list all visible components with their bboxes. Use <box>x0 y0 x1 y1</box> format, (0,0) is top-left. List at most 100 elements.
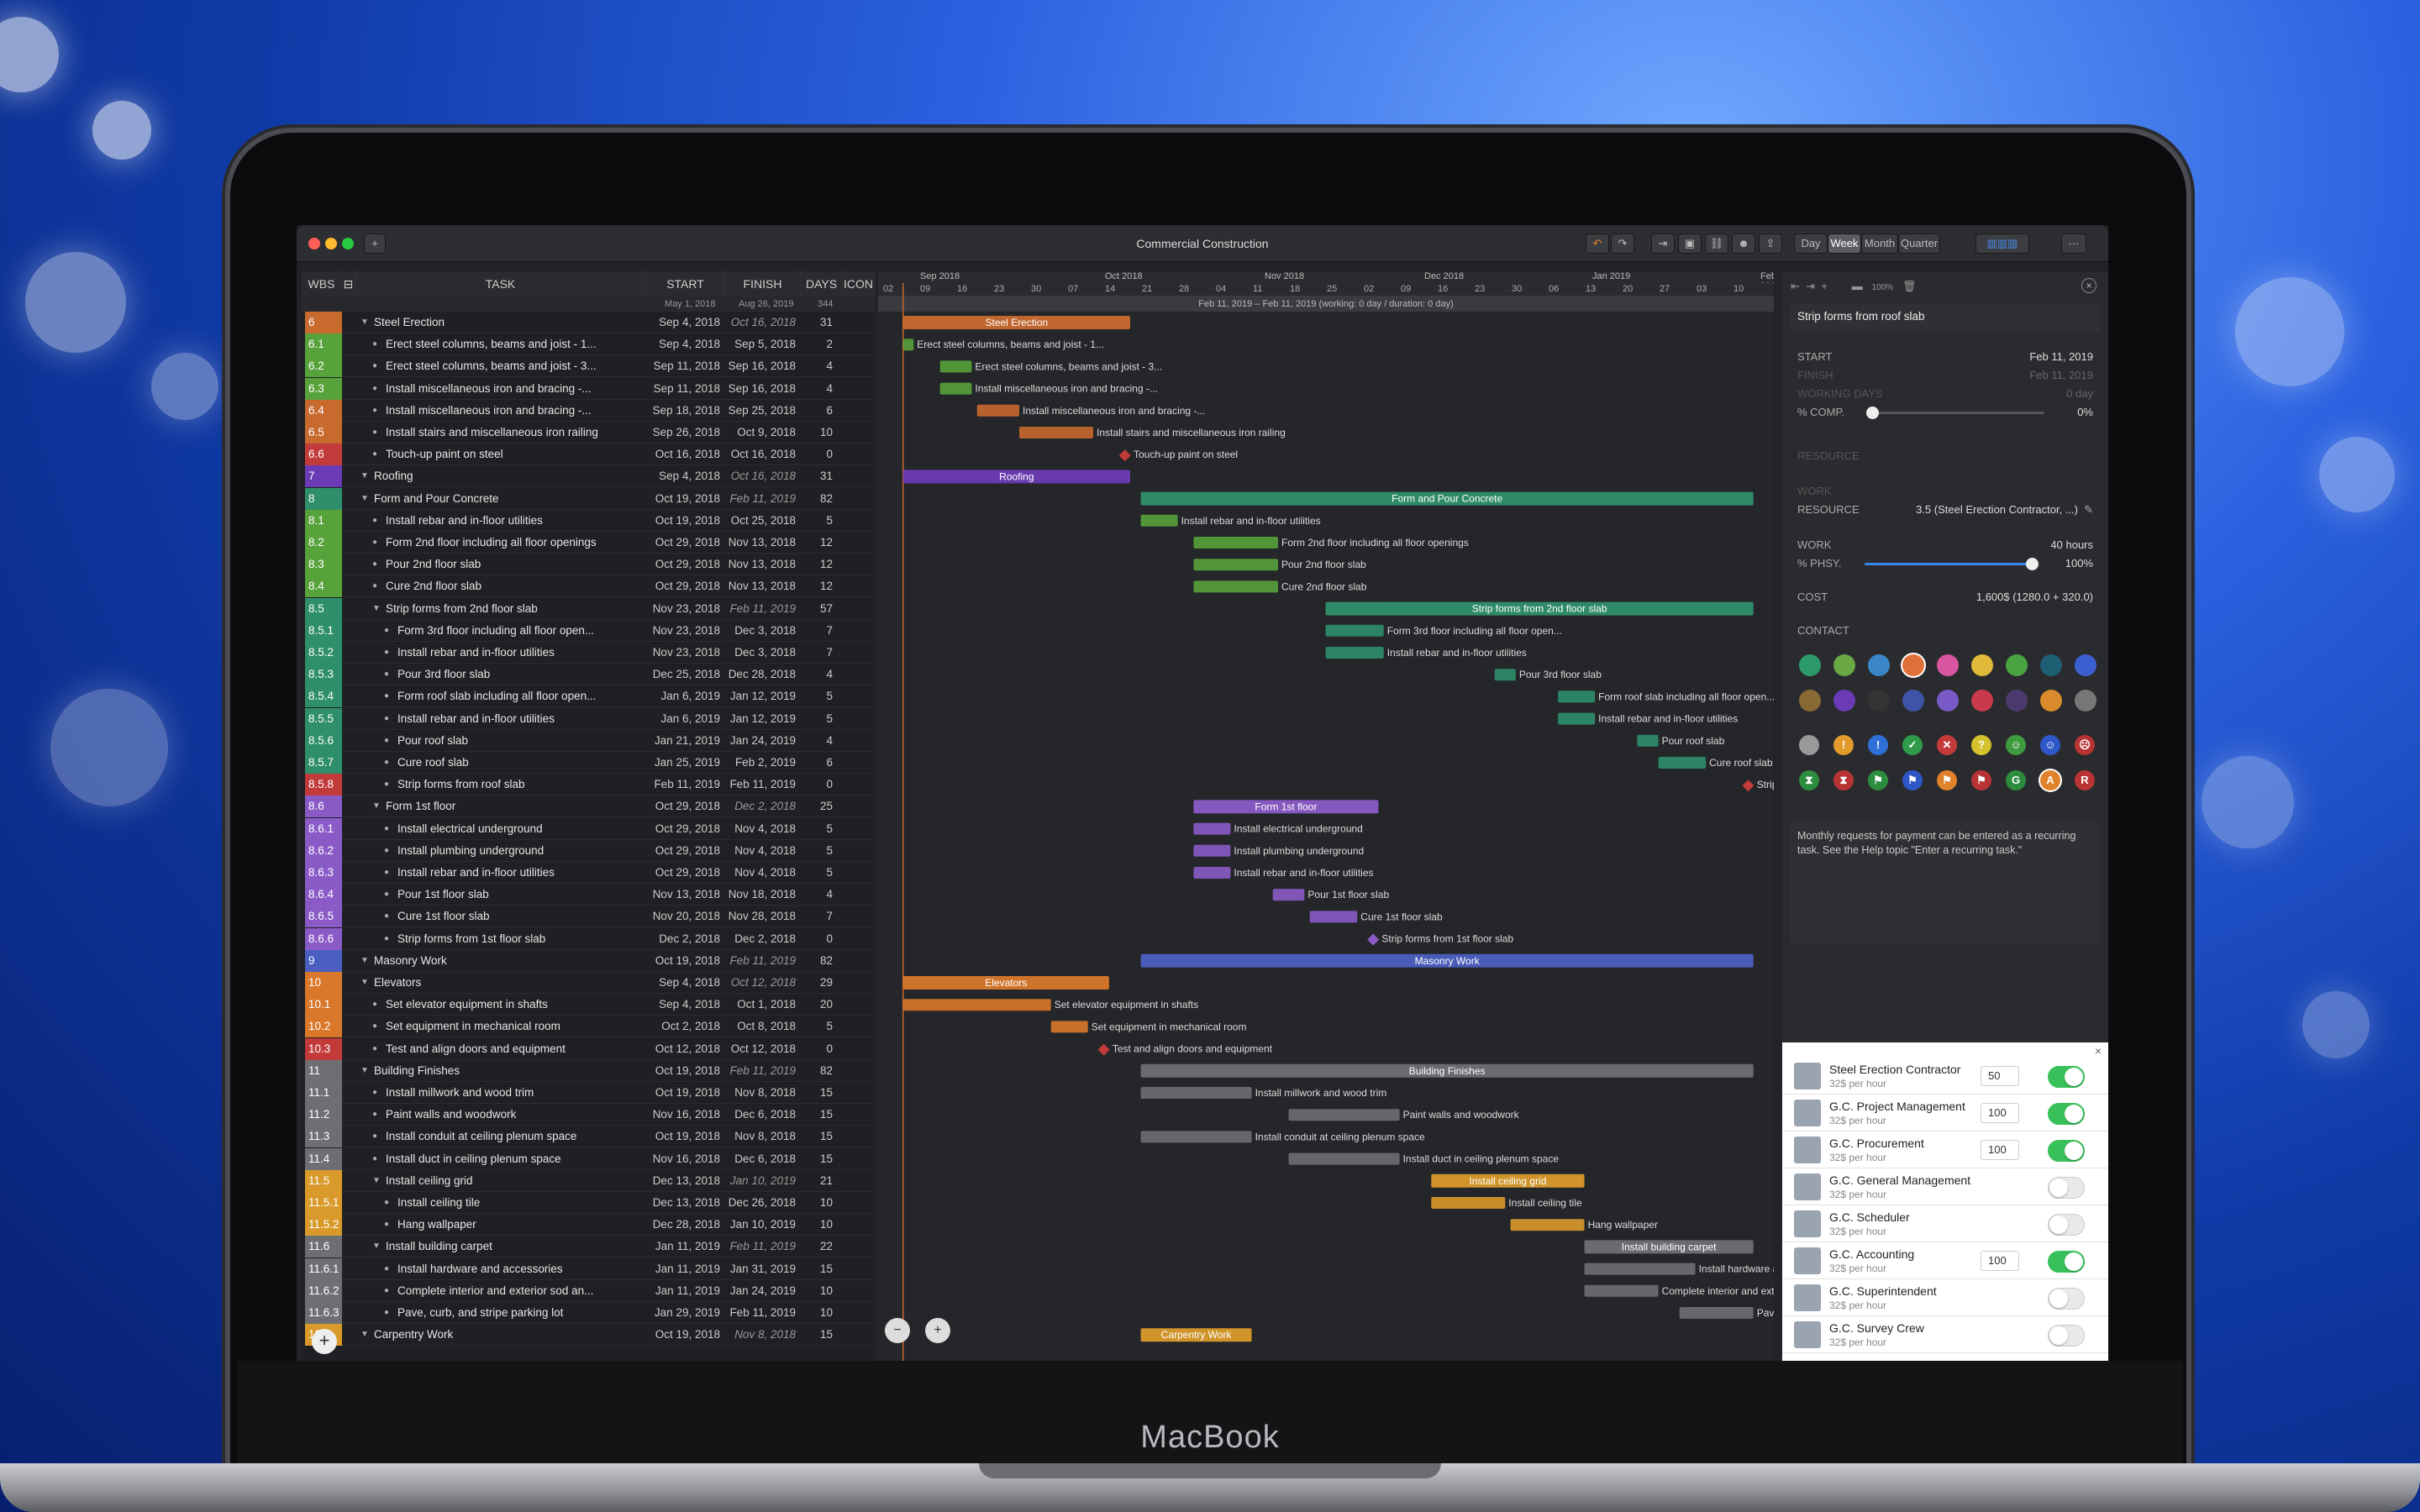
task-name-cell[interactable]: Test and align doors and equipment <box>386 1038 643 1060</box>
resource-quantity-input[interactable]: 100 <box>1981 1251 2019 1271</box>
task-row[interactable]: 8.5.7 ● Cure roof slab Jan 25, 2019 Feb 2, 2… <box>302 752 875 774</box>
status-icon[interactable]: ! <box>1868 735 1888 755</box>
task-name-cell[interactable]: Set equipment in mechanical room <box>386 1016 643 1037</box>
task-row[interactable]: 6 ▼ Steel Erection Sep 4, 2018 Oct 16, 2018 3… <box>302 312 875 333</box>
task-name-cell[interactable]: Masonry Work <box>374 950 643 972</box>
days-cell[interactable]: 4 <box>801 884 833 906</box>
task-row[interactable]: 8.6.1 ● Install electrical underground Oct … <box>302 817 875 840</box>
status-icon[interactable] <box>1799 735 1819 755</box>
days-cell[interactable]: 15 <box>801 1126 833 1147</box>
days-cell[interactable]: 12 <box>801 532 833 554</box>
color-swatch[interactable] <box>1902 654 1924 676</box>
task-name-cell[interactable]: Strip forms from 2nd floor slab <box>386 598 643 620</box>
days-cell[interactable]: 12 <box>801 575 833 597</box>
task-name-cell[interactable]: Install stairs and miscellaneous iron ra… <box>386 422 643 444</box>
task-row[interactable]: 10.2 ● Set equipment in mechanical room Oct… <box>302 1016 875 1038</box>
col-header-icon[interactable]: ICON <box>843 271 875 297</box>
task-name-cell[interactable]: Install electrical underground <box>397 818 643 840</box>
days-cell[interactable]: 82 <box>801 488 833 510</box>
add-task-button[interactable]: + <box>312 1329 337 1354</box>
finish-cell[interactable]: Dec 2, 2018 <box>722 928 796 950</box>
resource-quantity-input[interactable]: 50 <box>1981 1066 2019 1086</box>
start-cell[interactable]: Dec 2, 2018 <box>646 928 720 950</box>
resource-item[interactable]: G.C. Superintendent 32$ per hour <box>1782 1279 2108 1316</box>
task-name-cell[interactable]: Form 3rd floor including all floor open.… <box>397 620 643 642</box>
start-cell[interactable]: Sep 11, 2018 <box>646 378 720 400</box>
task-name-cell[interactable]: Install miscellaneous iron and bracing -… <box>386 378 643 400</box>
finish-cell[interactable]: Feb 11, 2019 <box>722 1060 796 1082</box>
task-row[interactable]: 11 ▼ Building Finishes Oct 19, 2018 Feb 11, … <box>302 1059 875 1082</box>
finish-cell[interactable]: Sep 16, 2018 <box>722 355 796 377</box>
days-cell[interactable]: 5 <box>801 685 833 707</box>
status-icon[interactable]: ⚑ <box>1971 770 1991 790</box>
start-cell[interactable]: Jan 6, 2019 <box>646 685 720 707</box>
start-row[interactable]: START Feb 11, 2019 <box>1797 350 2093 363</box>
status-icon[interactable]: ☹ <box>2075 735 2095 755</box>
view-month-button[interactable]: Month <box>1861 234 1898 254</box>
start-cell[interactable]: Feb 11, 2019 <box>646 774 720 795</box>
resource-toggle[interactable] <box>2048 1214 2085 1236</box>
task-row[interactable]: 8.6.6 ● Strip forms from 1st floor slab Dec… <box>302 927 875 950</box>
days-cell[interactable]: 10 <box>801 1192 833 1214</box>
finish-cell[interactable]: Dec 2, 2018 <box>722 795 796 817</box>
start-cell[interactable]: Jan 29, 2019 <box>646 1302 720 1324</box>
days-cell[interactable]: 82 <box>801 950 833 972</box>
resource-toggle[interactable] <box>2048 1288 2085 1310</box>
task-row[interactable]: 11.6.2 ● Complete interior and exterior so… <box>302 1279 875 1302</box>
start-cell[interactable]: Nov 23, 2018 <box>646 642 720 664</box>
status-icon[interactable]: ✓ <box>1902 735 1923 755</box>
view-quarter-button[interactable]: Quarter <box>1898 234 1940 254</box>
finish-cell[interactable]: Nov 13, 2018 <box>722 554 796 575</box>
days-cell[interactable]: 4 <box>801 730 833 752</box>
task-name-cell[interactable]: Hang wallpaper <box>397 1214 643 1236</box>
task-name-cell[interactable]: Pour 1st floor slab <box>397 884 643 906</box>
resource-toggle[interactable] <box>2048 1140 2085 1162</box>
start-cell[interactable]: Nov 20, 2018 <box>646 906 720 927</box>
days-cell[interactable]: 82 <box>801 1060 833 1082</box>
days-cell[interactable]: 15 <box>801 1148 833 1170</box>
start-cell[interactable]: Dec 28, 2018 <box>646 1214 720 1236</box>
finish-cell[interactable]: Jan 10, 2019 <box>722 1214 796 1236</box>
finish-cell[interactable]: Jan 10, 2019 <box>722 1170 796 1192</box>
finish-cell[interactable]: Oct 1, 2018 <box>722 994 796 1016</box>
task-name-cell[interactable]: Install rebar and in-floor utilities <box>386 510 643 532</box>
close-inspector-icon[interactable]: × <box>2081 278 2096 293</box>
finish-cell[interactable]: Feb 11, 2019 <box>722 950 796 972</box>
finish-cell[interactable]: Dec 6, 2018 <box>722 1104 796 1126</box>
task-name-cell[interactable]: Pour 2nd floor slab <box>386 554 643 575</box>
days-cell[interactable]: 12 <box>801 554 833 575</box>
task-row[interactable]: 8.3 ● Pour 2nd floor slab Oct 29, 2018 Nov 1… <box>302 554 875 576</box>
days-cell[interactable]: 4 <box>801 378 833 400</box>
task-name-cell[interactable]: Form 1st floor <box>386 795 643 817</box>
indent-icon[interactable]: ⇥ <box>1651 234 1675 254</box>
task-name-cell[interactable]: Strip forms from roof slab <box>397 774 643 795</box>
days-cell[interactable]: 29 <box>801 972 833 994</box>
task-name-cell[interactable]: Install plumbing underground <box>397 840 643 862</box>
task-name-cell[interactable]: Install rebar and in-floor utilities <box>397 862 643 884</box>
finish-cell[interactable]: Nov 4, 2018 <box>722 840 796 862</box>
task-name-cell[interactable]: Install hardware and accessories <box>397 1258 643 1280</box>
finish-cell[interactable]: Oct 25, 2018 <box>722 510 796 532</box>
days-cell[interactable]: 15 <box>801 1258 833 1280</box>
resource-item[interactable]: Steel Erection Contractor 32$ per hour 5… <box>1782 1058 2108 1095</box>
physical-slider-knob[interactable] <box>2026 558 2039 570</box>
days-cell[interactable]: 15 <box>801 1082 833 1104</box>
trash-icon[interactable]: 🗑 <box>1902 280 1917 292</box>
col-header-start[interactable]: START <box>646 271 725 297</box>
task-row[interactable]: 8.5.4 ● Form roof slab including all floor… <box>302 685 875 708</box>
finish-cell[interactable]: Feb 11, 2019 <box>722 488 796 510</box>
finish-cell[interactable]: Oct 8, 2018 <box>722 1016 796 1037</box>
col-header-wbs[interactable]: WBS <box>302 271 342 297</box>
task-row[interactable]: 10 ▼ Elevators Sep 4, 2018 Oct 12, 2018 29 <box>302 972 875 994</box>
start-cell[interactable]: Oct 19, 2018 <box>646 510 720 532</box>
task-row[interactable]: 8.5.5 ● Install rebar and in-floor utiliti… <box>302 707 875 730</box>
task-name-cell[interactable]: Touch-up paint on steel <box>386 444 643 465</box>
start-cell[interactable]: Oct 29, 2018 <box>646 532 720 554</box>
task-row[interactable]: 6.2 ● Erect steel columns, beams and joist… <box>302 355 875 378</box>
task-row[interactable]: 8.4 ● Cure 2nd floor slab Oct 29, 2018 Nov 1… <box>302 575 875 598</box>
finish-cell[interactable]: Nov 8, 2018 <box>722 1082 796 1104</box>
start-cell[interactable]: Oct 29, 2018 <box>646 862 720 884</box>
start-cell[interactable]: Jan 11, 2019 <box>646 1236 720 1257</box>
task-name-cell[interactable]: Form and Pour Concrete <box>374 488 643 510</box>
finish-row[interactable]: FINISH Feb 11, 2019 <box>1797 369 2093 381</box>
